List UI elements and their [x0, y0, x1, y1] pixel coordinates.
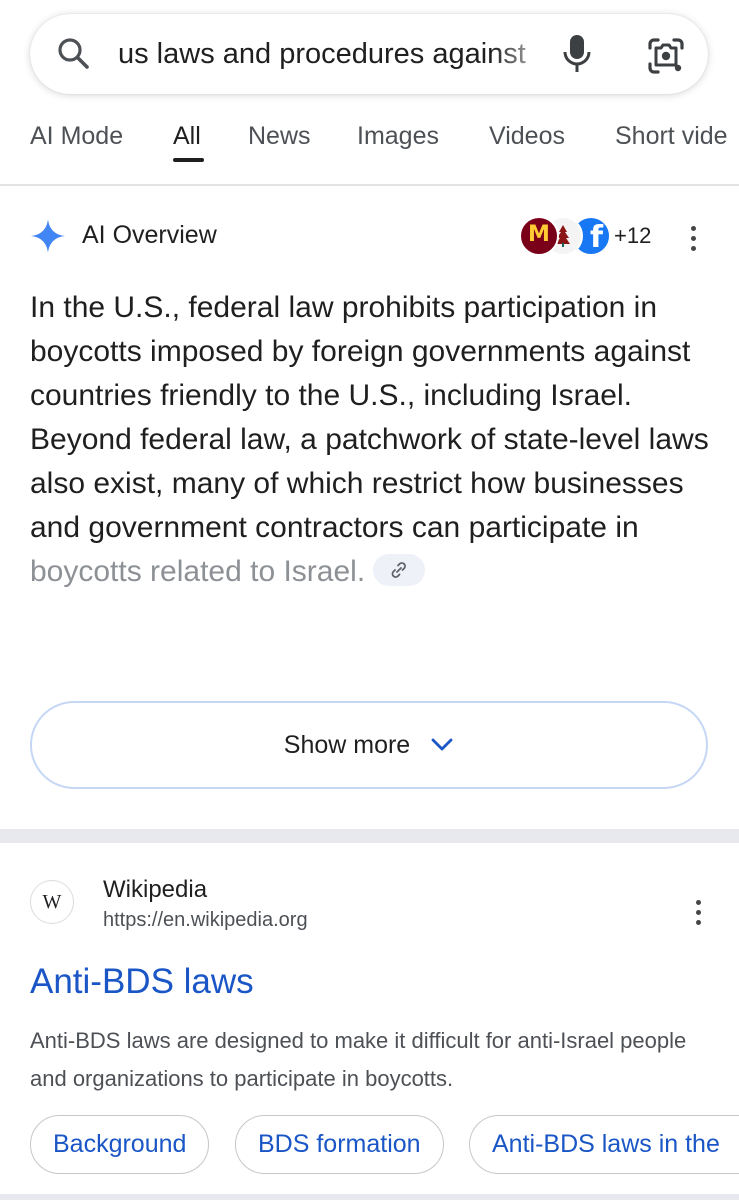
tab-ai-mode[interactable]: AI Mode: [30, 122, 123, 151]
search-tabs: AI Mode All News Images Videos Short vid…: [0, 118, 739, 184]
result-snippet: Anti-BDS laws are designed to make it di…: [30, 1028, 687, 1091]
ai-sparkle-icon: [31, 219, 65, 253]
search-bar[interactable]: us laws and procedures against: [30, 14, 708, 94]
chip-anti-bds-laws[interactable]: Anti-BDS laws in the: [469, 1115, 739, 1174]
ai-overview-more-icon[interactable]: [689, 224, 697, 254]
source-link-chip[interactable]: [373, 554, 426, 587]
bottom-divider: [0, 1194, 739, 1200]
source-favicons[interactable]: M f: [519, 216, 619, 256]
ai-overview-title: AI Overview: [82, 221, 217, 249]
ai-overview-paragraph: In the U.S., federal law prohibits parti…: [30, 291, 709, 544]
result-url[interactable]: https://en.wikipedia.org: [103, 909, 308, 932]
result-site-name[interactable]: Wikipedia: [103, 876, 207, 904]
show-more-label: Show more: [283, 730, 411, 759]
tab-all[interactable]: All: [173, 122, 201, 151]
umn-favicon-icon: M: [519, 216, 559, 256]
chevron-down-icon: [431, 738, 453, 751]
content-fade: [0, 660, 739, 700]
chip-bds-formation[interactable]: BDS formation: [235, 1115, 444, 1174]
tab-videos[interactable]: Videos: [489, 122, 565, 151]
search-input[interactable]: us laws and procedures against: [118, 36, 558, 72]
show-more-button[interactable]: Show more: [30, 701, 708, 789]
wikipedia-logo-icon[interactable]: W: [30, 880, 74, 924]
google-lens-icon[interactable]: [644, 34, 688, 78]
link-icon: [391, 562, 407, 578]
tab-images[interactable]: Images: [357, 122, 439, 151]
section-divider: [0, 829, 739, 843]
microphone-icon[interactable]: [559, 32, 595, 76]
more-sources-count[interactable]: +12: [614, 223, 651, 249]
ai-overview-paragraph-faded: boycotts related to Israel.: [30, 555, 366, 588]
tab-news[interactable]: News: [248, 122, 311, 151]
search-icon: [58, 38, 89, 69]
result-title-link[interactable]: Anti-BDS laws: [30, 962, 254, 1002]
ai-overview-text: In the U.S., federal law prohibits parti…: [30, 286, 720, 594]
chip-background[interactable]: Background: [30, 1115, 210, 1174]
tabs-divider: [0, 184, 739, 186]
active-tab-indicator: [173, 158, 204, 162]
tab-short-videos[interactable]: Short vide: [615, 122, 728, 151]
result-more-icon[interactable]: [694, 898, 702, 928]
